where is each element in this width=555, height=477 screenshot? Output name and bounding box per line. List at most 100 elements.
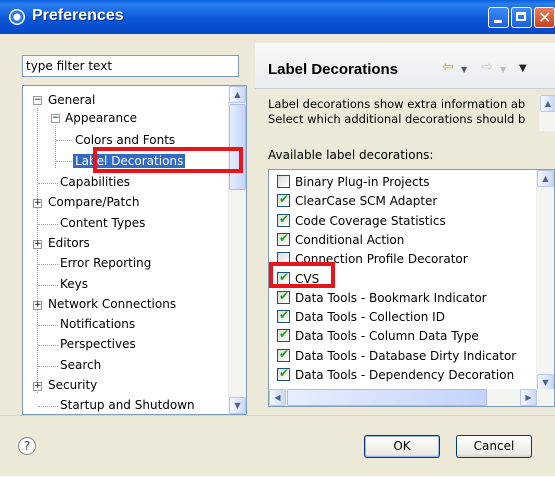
decoration-label: Conditional Action <box>295 232 405 247</box>
decoration-checkbox[interactable] <box>277 175 290 188</box>
highlight-box-label-decorations <box>93 147 243 173</box>
checkmark-icon: ✔ <box>279 366 290 380</box>
label-decorations-page: Label Decorations ⇦ ▼ ⇨ ▼ ▼ Label decora… <box>255 43 555 415</box>
scroll-up-icon[interactable]: ▲ <box>229 86 246 103</box>
view-menu-icon[interactable]: ▼ <box>519 63 527 74</box>
tree-vertical-scrollbar[interactable]: ▲ ▼ <box>228 86 246 414</box>
back-arrow-icon[interactable]: ⇦ <box>442 59 454 75</box>
tree-line <box>38 183 58 184</box>
window-title: Preferences <box>32 7 124 24</box>
tree-line <box>38 264 58 266</box>
scroll-left-icon[interactable]: ◀ <box>269 389 286 406</box>
page-description: Label decorations show extra information… <box>268 97 543 127</box>
collapse-icon[interactable]: − <box>33 96 42 105</box>
tree-line <box>56 161 72 162</box>
decoration-checkbox[interactable]: ✔ <box>277 211 290 227</box>
checkmark-icon: ✔ <box>279 192 290 207</box>
forward-arrow-icon[interactable]: ⇨ <box>481 59 493 75</box>
tree-line <box>38 284 58 286</box>
filter-input[interactable]: type filter text <box>22 55 239 77</box>
tree-line <box>38 223 58 225</box>
tree-item[interactable]: Perspectives <box>60 336 136 352</box>
checkmark-icon: ✔ <box>279 346 290 361</box>
preferences-window: Preferences ✕ type filter text − General… <box>0 0 555 476</box>
decoration-checkbox[interactable]: ✔ <box>277 288 290 304</box>
tree-item-appearance[interactable]: Appearance <box>65 110 137 126</box>
decoration-label: Data Tools - Database Dirty Indicator <box>295 348 517 363</box>
available-decorations-label: Available label decorations: <box>268 148 434 162</box>
page-header: Label Decorations ⇦ ▼ ⇨ ▼ ▼ <box>255 43 555 89</box>
list-horizontal-scrollbar[interactable]: ◀ ▶ <box>269 389 554 406</box>
decoration-label: Data Tools - Collection ID <box>295 310 445 325</box>
tree-line <box>37 108 38 393</box>
tree-item[interactable]: Keys <box>60 276 88 292</box>
help-icon[interactable]: ? <box>18 437 36 455</box>
close-icon: ✕ <box>538 8 552 27</box>
tree-item[interactable]: Security <box>48 377 97 393</box>
tree-item[interactable]: Content Types <box>60 215 145 231</box>
tree-item[interactable]: Capabilities <box>60 174 130 190</box>
decorations-list: Binary Plug-in Projects ✔ ClearCase SCM Ad… <box>268 169 555 407</box>
scroll-down-icon[interactable]: ▼ <box>229 397 246 414</box>
checkmark-icon: ✔ <box>279 288 290 303</box>
decoration-checkbox[interactable]: ✔ <box>277 308 290 324</box>
decoration-checkbox[interactable]: ✔ <box>277 327 290 343</box>
expand-icon[interactable]: + <box>33 239 42 249</box>
expand-icon[interactable]: + <box>33 199 42 209</box>
minimize-button[interactable] <box>488 7 509 28</box>
decoration-checkbox[interactable]: ✔ <box>277 346 290 362</box>
checkmark-icon: ✔ <box>279 327 290 342</box>
close-button[interactable]: ✕ <box>534 7 555 28</box>
description-line-1: Label decorations show extra information… <box>268 97 526 111</box>
minimize-icon <box>494 20 502 23</box>
tree-line <box>38 406 58 408</box>
expand-icon[interactable]: + <box>33 382 42 391</box>
maximize-icon <box>516 12 526 21</box>
tree-line <box>38 325 58 327</box>
ok-button[interactable]: OK <box>364 435 440 458</box>
tree-item-general[interactable]: General <box>48 92 95 108</box>
decoration-checkbox[interactable]: ✔ <box>277 230 290 246</box>
collapse-icon[interactable]: − <box>51 114 60 123</box>
scroll-up-icon[interactable]: ▲ <box>537 170 554 187</box>
tree-item-colors-and-fonts[interactable]: Colors and Fonts <box>75 132 175 148</box>
decoration-checkbox[interactable]: ✔ <box>277 366 290 381</box>
title-bar[interactable]: Preferences ✕ <box>0 0 555 34</box>
maximize-button[interactable] <box>511 7 532 28</box>
forward-menu-icon[interactable]: ▼ <box>500 65 506 74</box>
page-title: Label Decorations <box>268 61 399 78</box>
checkmark-icon: ✔ <box>279 230 290 245</box>
tree-item[interactable]: Network Connections <box>48 296 176 312</box>
decoration-label: Binary Plug-in Projects <box>295 175 430 189</box>
decoration-label: Data Tools - Column Data Type <box>295 329 479 344</box>
tree-item[interactable]: Error Reporting <box>60 255 151 271</box>
tree-item[interactable]: Startup and Shutdown <box>60 397 195 413</box>
decoration-label: Code Coverage Statistics <box>295 213 446 228</box>
cancel-button[interactable]: Cancel <box>456 435 532 458</box>
preference-tree: − General − Appearance Colors and Fonts … <box>22 85 247 415</box>
tree-line <box>56 140 72 141</box>
tree-line <box>38 345 58 347</box>
tree-line <box>38 365 58 367</box>
scroll-up-icon[interactable]: ▲ <box>540 95 555 112</box>
eclipse-icon <box>9 9 25 25</box>
description-scrollbar[interactable]: ▲ <box>539 95 555 131</box>
expand-icon[interactable]: + <box>33 300 42 310</box>
decoration-label: ClearCase SCM Adapter <box>295 194 438 209</box>
tree-item[interactable]: Notifications <box>60 316 135 332</box>
horizontal-scroll-thumb[interactable] <box>287 389 487 406</box>
list-vertical-scrollbar[interactable]: ▲ ▼ <box>536 170 554 391</box>
decoration-checkbox[interactable]: ✔ <box>277 192 290 208</box>
dialog-button-bar: ? OK Cancel <box>0 415 555 477</box>
tree-item[interactable]: Compare/Patch <box>48 194 139 210</box>
tree-item[interactable]: Editors <box>48 235 90 251</box>
decoration-label: Data Tools - Dependency Decoration <box>295 368 515 382</box>
scroll-right-icon[interactable]: ▶ <box>520 389 537 406</box>
back-menu-icon[interactable]: ▼ <box>461 65 467 74</box>
checkmark-icon: ✔ <box>279 308 290 323</box>
decoration-label: Data Tools - Bookmark Indicator <box>295 290 487 305</box>
tree-item[interactable]: Search <box>60 357 101 373</box>
checkmark-icon: ✔ <box>279 211 290 226</box>
description-line-2: Select which additional decorations shou… <box>268 112 526 126</box>
highlight-box-cvs <box>269 262 335 288</box>
